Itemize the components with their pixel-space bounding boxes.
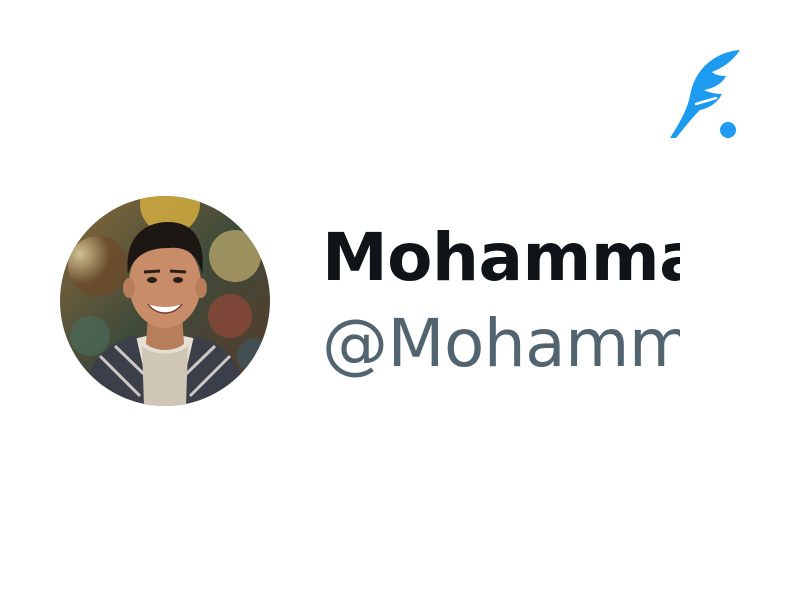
feather-logo-icon xyxy=(666,46,742,142)
profile-name-block: Mohammad @Mohammad xyxy=(322,214,680,394)
profile-card: Mohammad @Mohammad xyxy=(0,0,800,600)
display-name[interactable]: Mohammad xyxy=(322,216,680,300)
avatar[interactable] xyxy=(60,196,270,406)
user-handle[interactable]: @Mohammad xyxy=(322,302,680,386)
